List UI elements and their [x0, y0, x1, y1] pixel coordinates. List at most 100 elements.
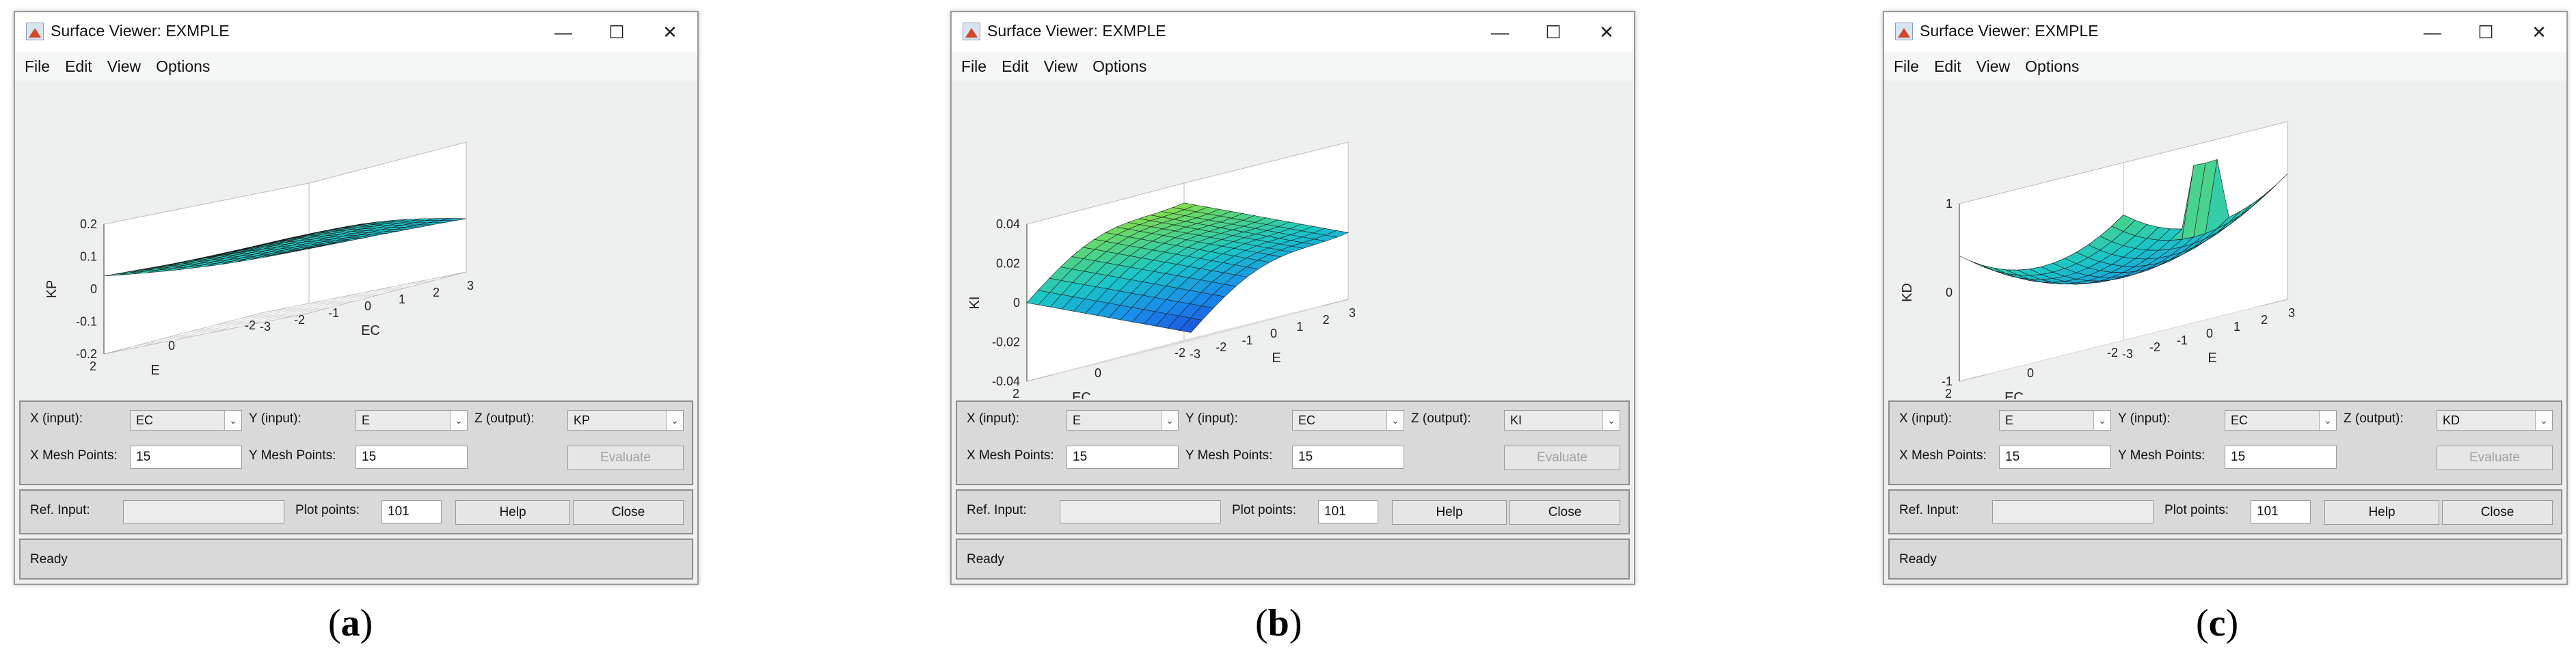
minimize-button[interactable]: — [1482, 18, 1518, 46]
title-bar[interactable]: Surface Viewer: EXMPLE — ☐ ✕ [15, 12, 697, 52]
maximize-button[interactable]: ☐ [599, 18, 634, 46]
status-text: Ready [967, 552, 1004, 567]
plot-points-input[interactable]: 101 [381, 500, 442, 523]
x-mesh-input[interactable]: 15 [1999, 446, 2111, 469]
right-floor-tick-label: -1 [2177, 334, 2188, 347]
z-output-value: KD [2443, 413, 2460, 427]
surface-plot-area[interactable]: 0.2 0.1 0 -0.1 -0.2 2 0 -2 -3 -2 -1 0 1 2 3 KP E EC [15, 81, 697, 399]
left-floor-tick-label: 2 [90, 359, 96, 373]
z-tick-label: 0.04 [996, 217, 1020, 231]
x-mesh-label: X Mesh Points: [30, 448, 118, 463]
plot-points-label: Plot points: [295, 503, 360, 517]
x-mesh-input[interactable]: 15 [1066, 446, 1179, 469]
x-input-value: EC [136, 413, 154, 427]
close-button[interactable]: Close [1510, 500, 1620, 525]
close-button[interactable]: Close [573, 500, 684, 525]
y-mesh-input[interactable]: 15 [2225, 446, 2337, 469]
close-window-button[interactable]: ✕ [2521, 18, 2557, 46]
y-mesh-input[interactable]: 15 [355, 446, 468, 469]
surface-plot-area[interactable]: 1 0 -1 2 0 -2 -3 -2 -1 0 1 2 3 KD EC E [1884, 81, 2566, 399]
right-floor-axis-label: E [1272, 351, 1280, 366]
ref-input-field[interactable] [1060, 500, 1221, 523]
left-floor-tick-label: -2 [245, 318, 256, 332]
evaluate-button[interactable]: Evaluate [1504, 446, 1620, 470]
menu-edit[interactable]: Edit [1934, 57, 1961, 76]
chevron-down-icon: ⌄ [666, 411, 683, 430]
right-floor-tick-label: 3 [467, 279, 474, 292]
menu-options[interactable]: Options [1092, 57, 1146, 76]
maximize-button[interactable]: ☐ [1535, 18, 1571, 46]
z-tick-label: -0.1 [76, 315, 97, 329]
status-panel: Ready [19, 539, 693, 580]
right-floor-tick-label: 1 [2233, 320, 2240, 334]
z-tick-label: 0 [1946, 286, 1953, 299]
right-floor-tick-label: -3 [2122, 347, 2133, 361]
x-input-value: E [1073, 413, 1082, 427]
menu-options[interactable]: Options [2025, 57, 2079, 76]
close-window-button[interactable]: ✕ [1589, 18, 1624, 46]
left-floor-tick-label: 0 [1095, 366, 1101, 380]
z-output-select[interactable]: KP ⌄ [567, 410, 684, 431]
x-input-select[interactable]: E ⌄ [1066, 410, 1179, 431]
right-floor-tick-label: 3 [2288, 306, 2295, 320]
menu-edit[interactable]: Edit [1002, 57, 1029, 76]
help-button[interactable]: Help [1392, 500, 1507, 525]
left-floor-axis-label: EC [1072, 390, 1091, 399]
menu-file[interactable]: File [25, 57, 50, 76]
evaluate-button[interactable]: Evaluate [567, 446, 684, 470]
z-tick-label: 0.02 [996, 257, 1020, 271]
evaluate-button[interactable]: Evaluate [2437, 446, 2553, 470]
z-output-select[interactable]: KI ⌄ [1504, 410, 1620, 431]
surface-plot[interactable]: 10-120-2 -3 -2 -1 0 1 2 3KDECE [1884, 81, 2566, 399]
z-axis-label: KI [967, 297, 982, 310]
x-mesh-input[interactable]: 15 [130, 446, 242, 469]
menu-bar: File Edit View Options [15, 52, 697, 81]
menu-bar: File Edit View Options [1884, 52, 2566, 81]
right-floor-tick-label: -2 [1216, 340, 1226, 354]
z-tick-label: 0 [1013, 296, 1020, 310]
close-button[interactable]: Close [2442, 500, 2553, 525]
menu-file[interactable]: File [1894, 57, 1919, 76]
menu-view[interactable]: View [107, 57, 141, 76]
z-output-value: KP [574, 413, 591, 427]
y-input-select[interactable]: EC ⌄ [2225, 410, 2337, 431]
ref-input-label: Ref. Input: [967, 503, 1027, 517]
title-bar[interactable]: Surface Viewer: EXMPLE — ☐ ✕ [1884, 12, 2566, 52]
z-output-select[interactable]: KD ⌄ [2437, 410, 2553, 431]
z-axis-label: KD [1900, 283, 1915, 302]
ref-input-field[interactable] [1992, 500, 2154, 523]
surface-plot[interactable]: 0.040.020-0.02-0.0420-2 -3 -2 -1 0 1 2 3KIECE [952, 81, 1634, 399]
right-floor-tick-label: 1 [399, 292, 405, 306]
x-input-select[interactable]: E ⌄ [1999, 410, 2111, 431]
ref-input-field[interactable] [123, 500, 284, 523]
maximize-button[interactable]: ☐ [2468, 18, 2504, 46]
menu-file[interactable]: File [961, 57, 987, 76]
help-button[interactable]: Help [455, 500, 570, 525]
menu-view[interactable]: View [1044, 57, 1077, 76]
menu-options[interactable]: Options [156, 57, 210, 76]
y-input-select[interactable]: EC ⌄ [1292, 410, 1404, 431]
title-bar[interactable]: Surface Viewer: EXMPLE — ☐ ✕ [952, 12, 1634, 52]
close-window-button[interactable]: ✕ [652, 18, 688, 46]
matlab-icon [26, 23, 44, 40]
minimize-button[interactable]: — [546, 18, 581, 46]
surface-plot[interactable]: 0.20.10-0.1-0.220-2 -3 -2 -1 0 1 2 3KPEEC [15, 81, 697, 399]
window-title: Surface Viewer: EXMPLE [51, 22, 230, 40]
right-floor-tick-label: -3 [1190, 347, 1200, 361]
chevron-down-icon: ⌄ [1602, 411, 1620, 430]
left-floor-tick-label: -2 [2107, 346, 2118, 359]
help-button[interactable]: Help [2324, 500, 2439, 525]
plot-points-input[interactable]: 101 [1318, 500, 1378, 523]
menu-edit[interactable]: Edit [65, 57, 92, 76]
x-input-select[interactable]: EC ⌄ [130, 410, 242, 431]
y-input-select[interactable]: E ⌄ [355, 410, 468, 431]
z-tick-label: 0.2 [80, 217, 97, 231]
y-mesh-input[interactable]: 15 [1292, 446, 1404, 469]
surface-plot-area[interactable]: 0.04 0.02 0 -0.02 -0.04 2 0 -2 -3 -2 -1 0 1 2 3 KI EC E [952, 81, 1634, 399]
plot-points-input[interactable]: 101 [2251, 500, 2311, 523]
status-text: Ready [30, 552, 68, 567]
matlab-icon [1895, 23, 1913, 40]
minimize-button[interactable]: — [2415, 18, 2450, 46]
menu-view[interactable]: View [1976, 57, 2010, 76]
x-mesh-label: X Mesh Points: [967, 448, 1054, 463]
